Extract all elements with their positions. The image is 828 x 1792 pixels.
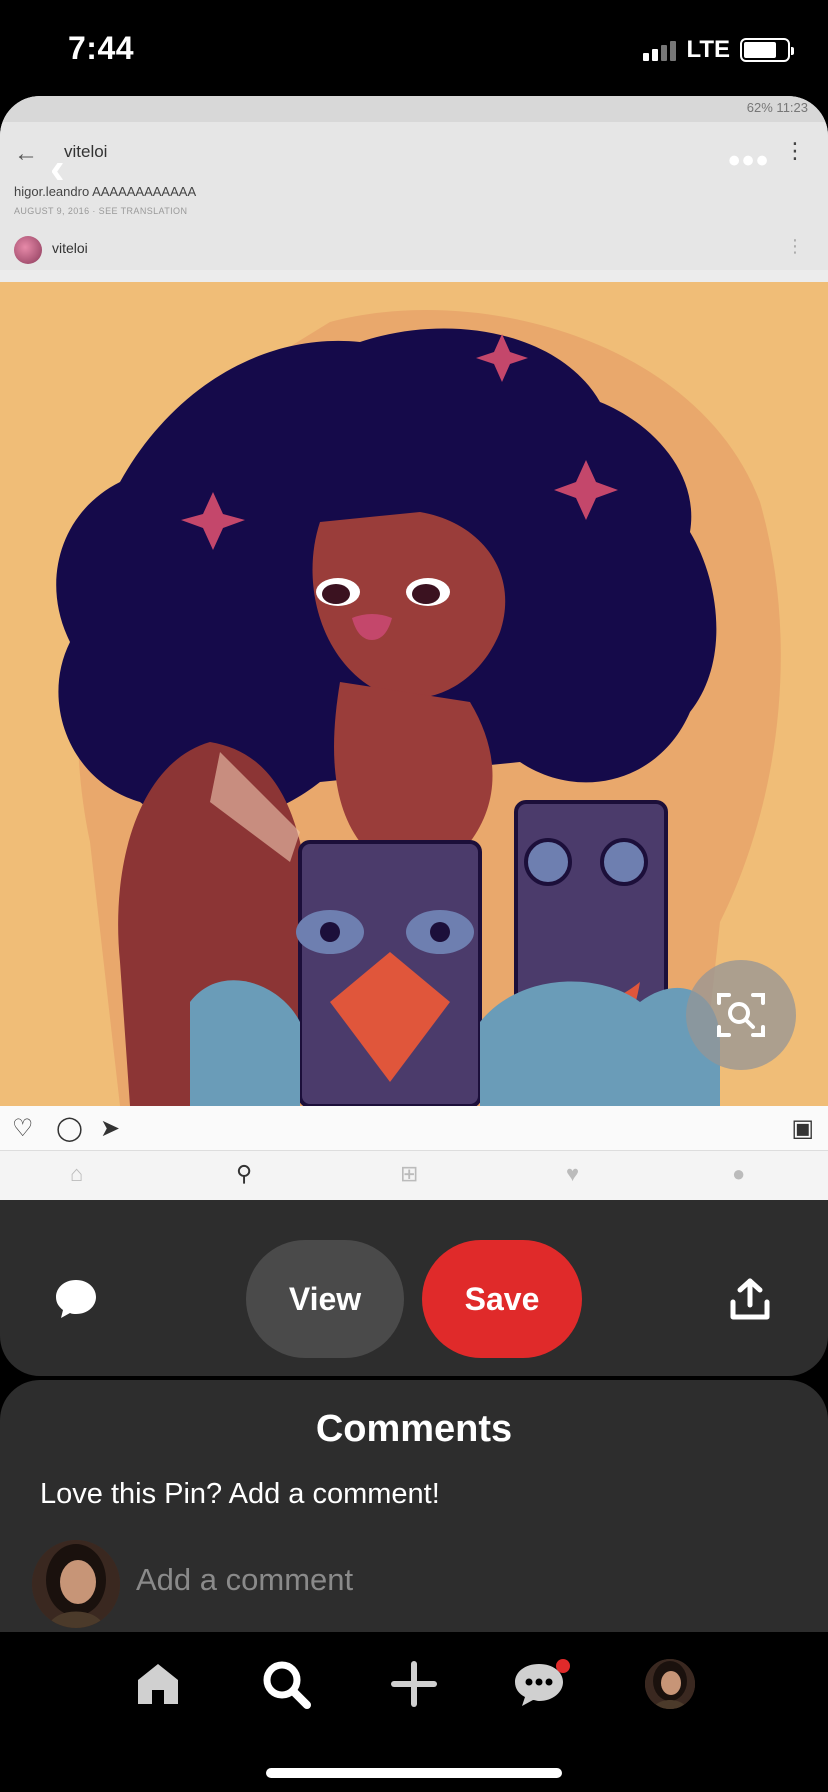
screenshot-status-bar: 62% 11:23 bbox=[0, 96, 828, 122]
screenshot-date: AUGUST 9, 2016 · SEE TRANSLATION bbox=[14, 206, 188, 216]
screenshot-poster-more-icon: ⋮ bbox=[786, 236, 804, 256]
save-button[interactable]: Save bbox=[422, 1240, 582, 1358]
screenshot-poster-name: viteloi bbox=[52, 240, 88, 256]
plus-icon bbox=[391, 1661, 437, 1707]
screenshot-comment-icon: ◯ bbox=[56, 1115, 83, 1142]
screenshot-more-icon: ⋮ bbox=[784, 138, 806, 163]
bottom-nav bbox=[0, 1632, 828, 1792]
visual-search-icon bbox=[717, 993, 765, 1037]
screenshot-profile-icon: ● bbox=[732, 1161, 746, 1186]
signal-icon bbox=[643, 39, 677, 61]
screenshot-avatar bbox=[14, 236, 42, 264]
nav-profile[interactable] bbox=[640, 1654, 700, 1714]
visual-search-button[interactable] bbox=[686, 960, 796, 1070]
screenshot-heart-nav-icon: ♥ bbox=[566, 1161, 580, 1186]
comment-input[interactable] bbox=[136, 1562, 736, 1598]
screenshot-send-icon: ➤ bbox=[100, 1115, 121, 1142]
view-button[interactable]: View bbox=[246, 1240, 404, 1358]
share-button[interactable] bbox=[730, 1278, 770, 1320]
screenshot-search-icon: ⚲ bbox=[236, 1161, 253, 1186]
more-dots-icon: ••• bbox=[728, 142, 770, 180]
status-indicators: LTE bbox=[643, 36, 794, 64]
search-icon bbox=[263, 1661, 311, 1709]
comments-prompt: Love this Pin? Add a comment! bbox=[40, 1478, 440, 1510]
nav-search[interactable] bbox=[256, 1654, 316, 1714]
screenshot-nav: ⌂ ⚲ ⊞ ♥ ● bbox=[0, 1150, 828, 1200]
screenshot-username: viteloi bbox=[64, 142, 108, 161]
status-bar: 7:44 LTE bbox=[0, 0, 828, 96]
screenshot-add-icon: ⊞ bbox=[400, 1161, 419, 1186]
comments-title: Comments bbox=[315, 1408, 513, 1450]
screenshot-bookmark-icon: ▣ bbox=[791, 1115, 814, 1142]
network-label: LTE bbox=[686, 36, 730, 63]
nav-create[interactable] bbox=[384, 1654, 444, 1714]
screenshot-comment: higor.leandro AAAAAAAAAAAA bbox=[14, 184, 197, 199]
pin-action-bar: View Save bbox=[0, 1200, 828, 1376]
share-icon bbox=[730, 1278, 770, 1320]
notification-dot bbox=[556, 1659, 570, 1673]
screenshot-action-row: ♡ ◯ ➤ ▣ bbox=[0, 1106, 828, 1150]
home-indicator bbox=[266, 1768, 562, 1778]
screenshot-heart-icon: ♡ bbox=[12, 1115, 34, 1142]
nav-messages[interactable] bbox=[512, 1654, 572, 1714]
nav-home[interactable] bbox=[128, 1654, 188, 1714]
screenshot-header: ← viteloi ⋮ higor.leandro AAAAAAAAAAAA A… bbox=[0, 122, 828, 270]
battery-icon bbox=[740, 38, 794, 62]
user-avatar bbox=[32, 1540, 120, 1628]
screenshot-home-icon: ⌂ bbox=[70, 1161, 84, 1186]
status-time: 7:44 bbox=[68, 30, 135, 66]
home-icon bbox=[138, 1664, 178, 1704]
comment-button[interactable] bbox=[54, 1276, 98, 1320]
back-button[interactable]: ‹ bbox=[50, 144, 65, 194]
messages-icon bbox=[515, 1659, 570, 1706]
screenshot-back-arrow-icon: ← bbox=[14, 140, 38, 167]
speech-bubble-icon bbox=[56, 1280, 96, 1318]
chevron-left-icon: ‹ bbox=[50, 144, 65, 193]
more-options-button[interactable]: ••• bbox=[728, 142, 770, 181]
profile-avatar bbox=[645, 1659, 695, 1709]
screenshot-status-text: 62% 11:23 bbox=[746, 100, 808, 115]
